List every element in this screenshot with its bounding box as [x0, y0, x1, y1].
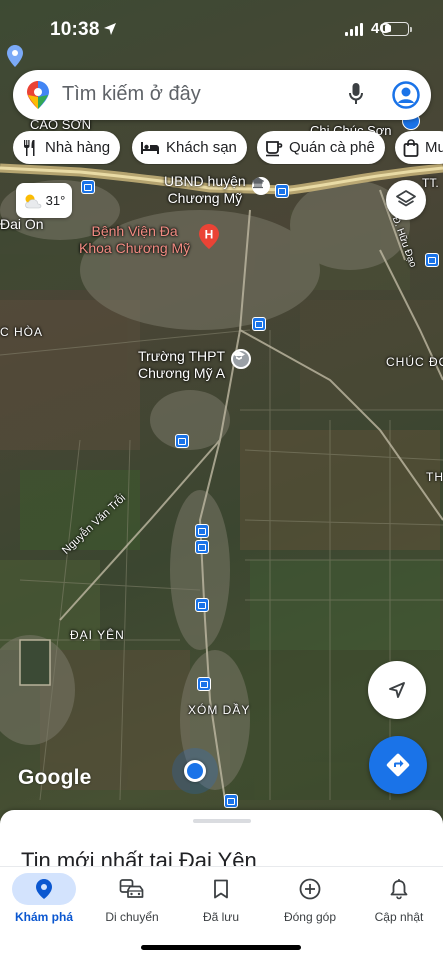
map-label-hospital-line2: Khoa Chương Mỹ — [79, 240, 191, 256]
shopping-bag-icon — [403, 138, 419, 157]
sheet-drag-handle[interactable] — [193, 819, 251, 823]
bus-stop-icon[interactable] — [275, 184, 289, 198]
google-maps-pin-icon — [27, 81, 49, 109]
bookmark-icon — [214, 879, 228, 899]
chip-shopping[interactable]: Mu — [395, 131, 443, 164]
home-indicator[interactable] — [141, 945, 301, 950]
bus-stop-icon[interactable] — [175, 434, 189, 448]
bus-stop-icon[interactable] — [252, 317, 266, 331]
nav-explore[interactable]: Khám phá — [0, 867, 88, 937]
map-label-hospital[interactable]: Bệnh Viện Đa Khoa Chương Mỹ — [79, 223, 190, 257]
location-arrow-icon — [104, 23, 116, 35]
map-label-ubnd-line1: UBND huyện — [164, 173, 246, 189]
add-circle-icon — [299, 878, 321, 900]
nav-label: Khám phá — [14, 910, 73, 924]
account-avatar-icon[interactable] — [392, 81, 420, 109]
navigation-arrow-icon — [389, 682, 405, 698]
bed-icon — [141, 141, 159, 154]
nav-commute[interactable]: Di chuyển — [88, 867, 176, 937]
map-label-school-line2: Chương Mỹ A — [138, 365, 226, 381]
chip-restaurants[interactable]: Nhà hàng — [13, 131, 121, 164]
directions-icon — [386, 753, 410, 777]
bell-icon — [390, 879, 408, 900]
coffee-cup-icon — [266, 140, 283, 156]
bus-stop-icon[interactable] — [425, 253, 439, 267]
nav-icon-container — [367, 873, 431, 905]
bus-stop-icon[interactable] — [195, 524, 209, 538]
bus-stop-icon[interactable] — [197, 677, 211, 691]
map-label-xom-day: XÓM DẦY — [188, 703, 251, 717]
nav-label: Di chuyển — [105, 910, 159, 924]
nav-saved[interactable]: Đã lưu — [177, 867, 265, 937]
nav-icon-container — [189, 873, 253, 905]
category-chips: Nhà hàng Khách sạn Quán cà phê Mu — [13, 131, 443, 165]
map-label-dai-yen: ĐẠI YÊN — [70, 628, 125, 642]
bus-stop-icon[interactable] — [195, 540, 209, 554]
nav-label: Cập nhật — [374, 910, 424, 924]
directions-button[interactable] — [369, 736, 427, 794]
bus-stop-icon[interactable] — [81, 180, 95, 194]
nav-icon-container — [100, 873, 164, 905]
signal-bars-icon — [344, 22, 363, 36]
map-label-hospital-line1: Bệnh Viện Đa — [91, 223, 178, 239]
current-location-dot[interactable] — [184, 760, 206, 782]
government-poi-icon[interactable] — [252, 177, 270, 195]
nav-icon-container — [278, 873, 342, 905]
partly-cloudy-icon — [24, 194, 41, 208]
nav-label: Đã lưu — [202, 910, 240, 924]
map-label-ubnd-line2: Chương Mỹ — [167, 190, 243, 206]
microphone-icon[interactable] — [348, 82, 364, 106]
search-bar[interactable]: Tìm kiếm ở đây — [13, 70, 431, 120]
bus-stop-icon[interactable] — [224, 794, 238, 808]
weather-temperature: 31° — [45, 193, 66, 208]
commute-car-icon — [119, 879, 144, 898]
map-label-chuc-do: CHÚC ĐO — [386, 355, 443, 369]
bus-stop-icon[interactable] — [195, 598, 209, 612]
google-logo: Google — [18, 766, 92, 789]
map-label-c-hoa: C HÒA — [0, 325, 44, 339]
layers-icon — [396, 190, 416, 207]
fork-knife-icon — [24, 139, 35, 156]
nav-updates[interactable]: Cập nhật — [355, 867, 443, 937]
svg-text:H: H — [205, 228, 214, 242]
chip-label: Quán cà phê — [289, 139, 375, 156]
weather-widget[interactable]: 31° — [16, 183, 72, 218]
status-time: 10:38 — [50, 19, 100, 40]
nav-label: Đóng góp — [283, 910, 337, 924]
search-placeholder: Tìm kiếm ở đây — [62, 83, 201, 105]
map-label-school-line1: Trường THPT — [138, 348, 226, 364]
chip-label: Mu — [425, 139, 443, 156]
map-label-th: TH — [426, 470, 443, 484]
map-label-ubnd: UBND huyện Chương Mỹ — [164, 173, 246, 207]
battery-icon — [382, 22, 412, 36]
map-label-dai-on: Đai On — [0, 216, 44, 232]
status-bar: 10:38 4G — [0, 0, 443, 60]
map-label-school[interactable]: Trường THPT Chương Mỹ A — [138, 348, 225, 382]
map-label-tt: TT. — [422, 176, 439, 190]
chip-hotels[interactable]: Khách sạn — [132, 131, 247, 164]
hospital-pin-icon[interactable]: H — [199, 224, 219, 249]
explore-pin-icon — [36, 879, 52, 899]
my-location-button[interactable] — [368, 661, 426, 719]
chip-cafes[interactable]: Quán cà phê — [257, 131, 385, 164]
layers-button[interactable] — [386, 180, 426, 220]
nav-contribute[interactable]: Đóng góp — [266, 867, 354, 937]
chip-label: Nhà hàng — [45, 139, 111, 156]
school-poi-icon[interactable] — [231, 349, 251, 369]
chip-label: Khách sạn — [166, 139, 237, 156]
nav-icon-container — [12, 873, 76, 905]
